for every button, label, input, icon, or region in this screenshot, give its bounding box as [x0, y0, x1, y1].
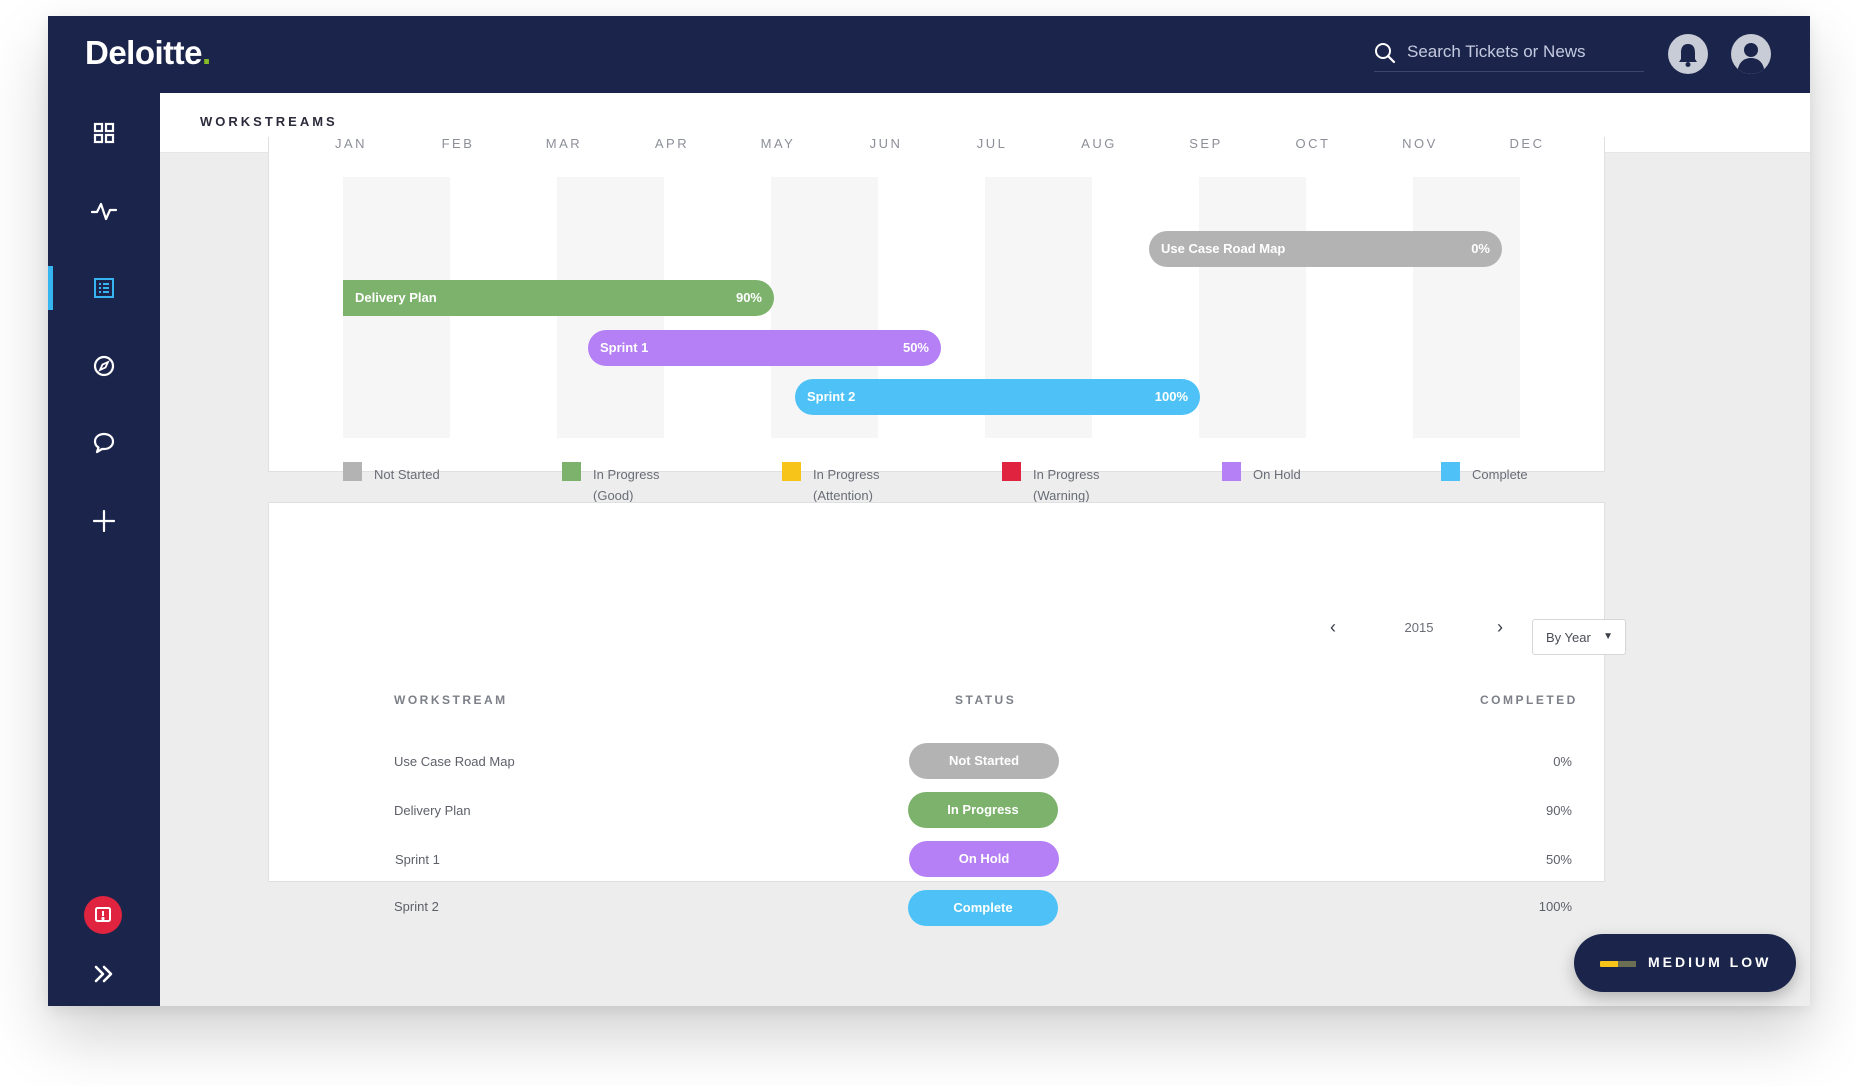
user-avatar-button[interactable] [1731, 34, 1771, 74]
notifications-button[interactable] [1668, 34, 1708, 74]
timeline-bar-sprint-2[interactable]: Sprint 2 100% [795, 379, 1200, 415]
legend-swatch [1222, 462, 1241, 481]
column-header-completed[interactable]: COMPLETED [1480, 693, 1578, 707]
row-completed: 90% [1545, 803, 1572, 818]
plus-icon [93, 510, 115, 532]
month-label: MAY [760, 136, 796, 151]
month-label: APR [654, 136, 690, 151]
search-input[interactable] [1407, 40, 1637, 64]
status-badge: Not Started [909, 743, 1059, 779]
range-select-value: By Year [1546, 630, 1591, 645]
grid-icon [93, 122, 115, 144]
chat-icon [93, 432, 115, 454]
month-label: SEP [1189, 136, 1223, 151]
legend-label: In Progress (Attention) [813, 467, 880, 503]
row-workstream-name: Sprint 1 [395, 852, 440, 867]
bar-label: Delivery Plan [355, 290, 437, 305]
row-workstream-name: Use Case Road Map [394, 754, 515, 769]
legend-swatch [1002, 462, 1021, 481]
expand-icon [94, 965, 113, 983]
prev-year-button[interactable]: ‹ [1330, 617, 1336, 638]
month-label: OCT [1295, 136, 1331, 151]
sidebar-item-activity[interactable] [48, 186, 160, 236]
logo-dot: . [202, 34, 211, 71]
row-completed: 100% [1538, 899, 1572, 914]
next-year-button[interactable]: › [1497, 617, 1503, 638]
search-bar [1374, 34, 1644, 72]
month-stripe [1199, 177, 1306, 438]
status-badge: On Hold [909, 841, 1059, 877]
bar-label: Use Case Road Map [1161, 241, 1286, 256]
priority-level-icon [1600, 961, 1636, 967]
bar-percent: 90% [735, 290, 762, 305]
sidebar-item-workstreams[interactable] [48, 263, 160, 313]
legend-swatch [343, 462, 362, 481]
month-label: MAR [545, 136, 583, 151]
bar-percent: 50% [902, 340, 929, 355]
legend-label: Complete [1472, 467, 1528, 482]
activity-icon [91, 202, 117, 221]
status-badge: In Progress [908, 792, 1058, 828]
priority-indicator-button[interactable]: MEDIUM LOW [1574, 934, 1796, 992]
column-header-status[interactable]: STATUS [955, 693, 1016, 707]
list-icon [94, 278, 114, 298]
logo[interactable]: Deloitte. [85, 34, 211, 72]
timeline-bar-delivery-plan[interactable]: Delivery Plan 90% [343, 280, 774, 316]
legend-label: In Progress (Good) [593, 467, 660, 503]
bar-label: Sprint 2 [807, 389, 856, 404]
legend-swatch [562, 462, 581, 481]
column-header-workstream[interactable]: WORKSTREAM [394, 693, 508, 707]
timeline-month-header: JAN FEB MAR APR MAY JUN JUL AUG SEP OCT … [318, 136, 1618, 156]
row-workstream-name: Delivery Plan [394, 803, 471, 818]
month-label: JAN [334, 136, 368, 151]
month-label: JUN [869, 136, 903, 151]
month-label: AUG [1081, 136, 1117, 151]
timeline-bar-sprint-1[interactable]: Sprint 1 50% [588, 330, 941, 366]
month-label: JUL [976, 136, 1008, 151]
sidebar-expand-button[interactable] [48, 949, 160, 999]
row-completed: 0% [1553, 754, 1572, 769]
legend-label: In Progress (Warning) [1033, 467, 1100, 503]
sidebar-item-add[interactable] [48, 496, 160, 546]
sidebar [48, 93, 160, 1006]
month-label: NOV [1402, 136, 1438, 151]
legend-label: Not Started [374, 467, 440, 482]
page-title: WORKSTREAMS [200, 114, 338, 129]
month-label: FEB [441, 136, 475, 151]
search-icon[interactable] [1374, 42, 1396, 64]
caret-down-icon: ▼ [1603, 631, 1613, 642]
sidebar-item-explore[interactable] [48, 341, 160, 391]
row-workstream-name: Sprint 2 [394, 899, 439, 914]
row-completed: 50% [1545, 852, 1572, 867]
top-bar: Deloitte. [48, 16, 1810, 93]
user-icon [1737, 43, 1765, 74]
bell-icon [1679, 44, 1697, 67]
legend-swatch [782, 462, 801, 481]
logo-text: Deloitte [85, 34, 203, 71]
sidebar-item-messages[interactable] [48, 418, 160, 468]
range-select[interactable]: By Year ▼ [1532, 619, 1626, 655]
legend-swatch [1441, 462, 1460, 481]
bar-label: Sprint 1 [600, 340, 649, 355]
legend-label: On Hold [1253, 467, 1301, 482]
alert-button[interactable] [84, 896, 122, 934]
timeline-bar-use-case-road-map[interactable]: Use Case Road Map 0% [1149, 231, 1502, 267]
status-badge: Complete [908, 890, 1058, 926]
bar-percent: 0% [1471, 241, 1490, 256]
priority-label: MEDIUM LOW [1648, 954, 1772, 970]
month-stripe [1413, 177, 1520, 438]
sidebar-item-dashboard[interactable] [48, 108, 160, 158]
month-label: DEC [1509, 136, 1545, 151]
alert-icon [95, 907, 111, 922]
compass-icon [93, 355, 115, 377]
bar-percent: 100% [1154, 389, 1188, 404]
year-label: 2015 [1404, 620, 1434, 635]
